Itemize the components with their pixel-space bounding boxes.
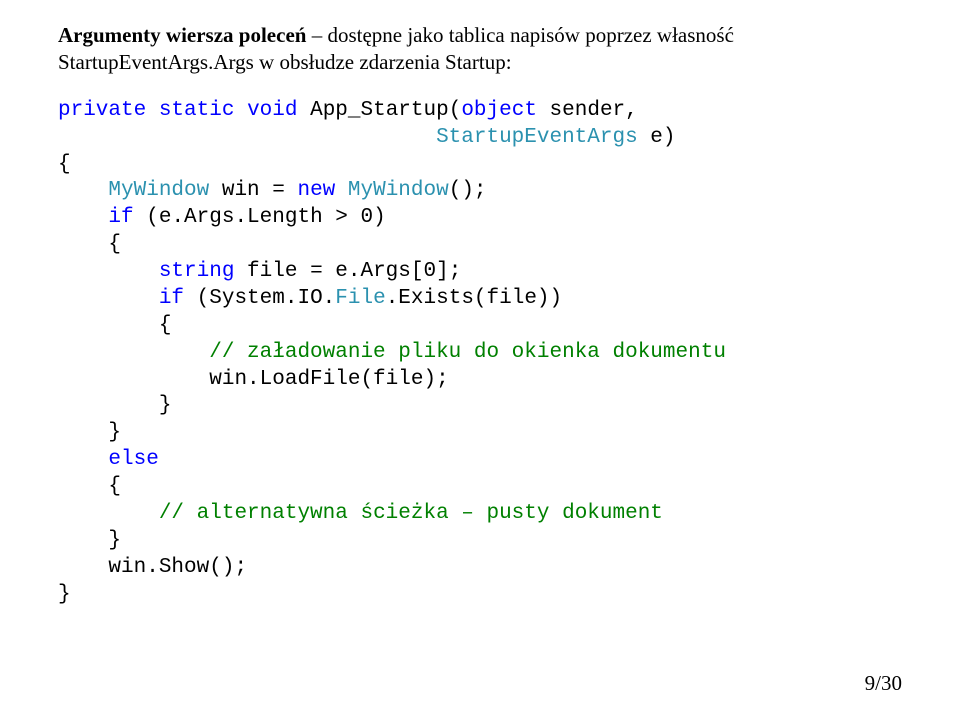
type-mywindow-1: MyWindow — [108, 179, 209, 202]
type-mywindow-2: MyWindow — [348, 179, 449, 202]
kw-object: object — [461, 99, 537, 122]
if2-cond-1: (System.IO. — [184, 287, 335, 310]
brace-open-4: { — [108, 475, 121, 498]
decl-win: win = — [209, 179, 297, 202]
brace-close-1: } — [58, 583, 71, 606]
ctor-call: (); — [449, 179, 487, 202]
brace-close-4: } — [108, 529, 121, 552]
if2-cond-2: .Exists(file)) — [386, 287, 562, 310]
kw-if-2: if — [159, 287, 184, 310]
code-block: private static void App_Startup(object s… — [58, 98, 902, 609]
intro-text-2: StartupEventArgs.Args w obsłudze zdarzen… — [58, 50, 512, 74]
comment-2: // alternatywna ścieżka – pusty dokument — [159, 502, 663, 525]
stmt-loadfile: win.LoadFile(file); — [209, 368, 448, 391]
intro-bold: Argumenty wiersza poleceń — [58, 23, 306, 47]
kw-void: void — [247, 99, 297, 122]
type-startupeventargs: StartupEventArgs — [436, 126, 638, 149]
space-ctor — [335, 179, 348, 202]
kw-static: static — [159, 99, 235, 122]
brace-open-1: { — [58, 153, 71, 176]
if1-cond: (e.Args.Length > 0) — [134, 206, 386, 229]
kw-string: string — [159, 260, 235, 283]
kw-private: private — [58, 99, 146, 122]
brace-open-3: { — [159, 314, 172, 337]
file-decl: file = e.Args[0]; — [234, 260, 461, 283]
type-file: File — [335, 287, 385, 310]
method-sig-1: App_Startup( — [297, 99, 461, 122]
param-e: e) — [638, 126, 676, 149]
brace-close-3: } — [159, 394, 172, 417]
kw-if-1: if — [108, 206, 133, 229]
intro-text-1: – dostępne jako tablica napisów poprzez … — [306, 23, 733, 47]
page-number: 9/30 — [865, 671, 902, 696]
kw-else: else — [108, 448, 158, 471]
brace-open-2: { — [108, 233, 121, 256]
brace-close-2: } — [108, 421, 121, 444]
method-sig-2: sender, — [537, 99, 638, 122]
intro-paragraph: Argumenty wiersza poleceń – dostępne jak… — [58, 22, 902, 76]
comment-1: // załadowanie pliku do okienka dokument… — [209, 341, 726, 364]
stmt-show: win.Show(); — [108, 556, 247, 579]
kw-new: new — [297, 179, 335, 202]
